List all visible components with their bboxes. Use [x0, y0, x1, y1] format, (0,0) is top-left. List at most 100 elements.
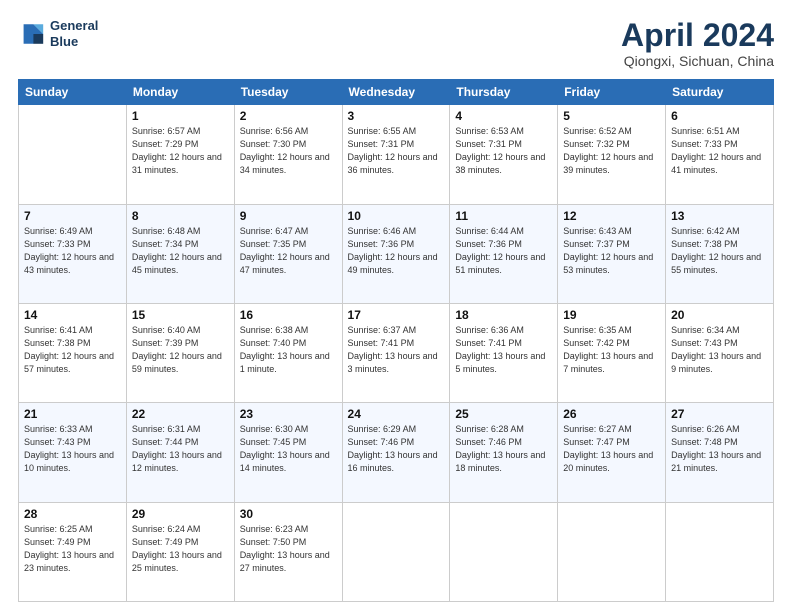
day-number: 14: [24, 308, 121, 322]
calendar-cell: 2 Sunrise: 6:56 AMSunset: 7:30 PMDaylight…: [234, 105, 342, 204]
col-header-thursday: Thursday: [450, 80, 558, 105]
day-info: Sunrise: 6:44 AMSunset: 7:36 PMDaylight:…: [455, 225, 552, 277]
day-number: 7: [24, 209, 121, 223]
calendar-cell: 9Sunrise: 6:47 AMSunset: 7:35 PMDaylight…: [234, 204, 342, 303]
day-info: Sunrise: 6:41 AMSunset: 7:38 PMDaylight:…: [24, 324, 121, 376]
calendar-cell: 11 Sunrise: 6:44 AMSunset: 7:36 PMDayligh…: [450, 204, 558, 303]
calendar-week-2: 14 Sunrise: 6:41 AMSunset: 7:38 PMDayligh…: [19, 303, 774, 402]
day-number: 22: [132, 407, 229, 421]
calendar-cell: 16 Sunrise: 6:38 AMSunset: 7:40 PMDayligh…: [234, 303, 342, 402]
day-number: 23: [240, 407, 337, 421]
day-number: 16: [240, 308, 337, 322]
day-info: Sunrise: 6:30 AMSunset: 7:45 PMDaylight:…: [240, 423, 337, 475]
calendar-cell: 6Sunrise: 6:51 AMSunset: 7:33 PMDaylight…: [666, 105, 774, 204]
location: Qiongxi, Sichuan, China: [621, 53, 774, 69]
calendar-cell: 7 Sunrise: 6:49 AMSunset: 7:33 PMDaylight…: [19, 204, 127, 303]
day-info: Sunrise: 6:25 AMSunset: 7:49 PMDaylight:…: [24, 523, 121, 575]
col-header-wednesday: Wednesday: [342, 80, 450, 105]
calendar-cell: 19Sunrise: 6:35 AMSunset: 7:42 PMDayligh…: [558, 303, 666, 402]
day-number: 25: [455, 407, 552, 421]
day-info: Sunrise: 6:40 AMSunset: 7:39 PMDaylight:…: [132, 324, 229, 376]
day-info: Sunrise: 6:31 AMSunset: 7:44 PMDaylight:…: [132, 423, 229, 475]
page: General Blue April 2024 Qiongxi, Sichuan…: [0, 0, 792, 612]
calendar-cell: 18 Sunrise: 6:36 AMSunset: 7:41 PMDayligh…: [450, 303, 558, 402]
calendar-cell: 15 Sunrise: 6:40 AMSunset: 7:39 PMDayligh…: [126, 303, 234, 402]
day-number: 10: [348, 209, 445, 223]
calendar-cell: 17Sunrise: 6:37 AMSunset: 7:41 PMDayligh…: [342, 303, 450, 402]
col-header-tuesday: Tuesday: [234, 80, 342, 105]
calendar-cell: 26Sunrise: 6:27 AMSunset: 7:47 PMDayligh…: [558, 403, 666, 502]
calendar-cell: 29 Sunrise: 6:24 AMSunset: 7:49 PMDayligh…: [126, 502, 234, 601]
calendar-cell: 14 Sunrise: 6:41 AMSunset: 7:38 PMDayligh…: [19, 303, 127, 402]
logo-text: General Blue: [50, 18, 98, 49]
calendar-cell: 20Sunrise: 6:34 AMSunset: 7:43 PMDayligh…: [666, 303, 774, 402]
day-info: Sunrise: 6:55 AMSunset: 7:31 PMDaylight:…: [348, 125, 445, 177]
calendar-cell: 12 Sunrise: 6:43 AMSunset: 7:37 PMDayligh…: [558, 204, 666, 303]
day-info: Sunrise: 6:57 AMSunset: 7:29 PMDaylight:…: [132, 125, 229, 177]
day-number: 20: [671, 308, 768, 322]
day-number: 12: [563, 209, 660, 223]
day-info: Sunrise: 6:38 AMSunset: 7:40 PMDaylight:…: [240, 324, 337, 376]
calendar-cell: 3 Sunrise: 6:55 AMSunset: 7:31 PMDaylight…: [342, 105, 450, 204]
calendar-cell: 27Sunrise: 6:26 AMSunset: 7:48 PMDayligh…: [666, 403, 774, 502]
calendar-week-0: 1Sunrise: 6:57 AMSunset: 7:29 PMDaylight…: [19, 105, 774, 204]
day-number: 15: [132, 308, 229, 322]
day-info: Sunrise: 6:43 AMSunset: 7:37 PMDaylight:…: [563, 225, 660, 277]
title-block: April 2024 Qiongxi, Sichuan, China: [621, 18, 774, 69]
day-info: Sunrise: 6:33 AMSunset: 7:43 PMDaylight:…: [24, 423, 121, 475]
calendar-cell: 13Sunrise: 6:42 AMSunset: 7:38 PMDayligh…: [666, 204, 774, 303]
calendar-cell: [342, 502, 450, 601]
day-number: 3: [348, 109, 445, 123]
day-number: 21: [24, 407, 121, 421]
calendar-cell: [666, 502, 774, 601]
day-number: 26: [563, 407, 660, 421]
day-info: Sunrise: 6:52 AMSunset: 7:32 PMDaylight:…: [563, 125, 660, 177]
day-info: Sunrise: 6:56 AMSunset: 7:30 PMDaylight:…: [240, 125, 337, 177]
day-number: 29: [132, 507, 229, 521]
calendar-cell: 5 Sunrise: 6:52 AMSunset: 7:32 PMDaylight…: [558, 105, 666, 204]
calendar-cell: [19, 105, 127, 204]
calendar-cell: 21 Sunrise: 6:33 AMSunset: 7:43 PMDayligh…: [19, 403, 127, 502]
col-header-friday: Friday: [558, 80, 666, 105]
calendar-cell: 22 Sunrise: 6:31 AMSunset: 7:44 PMDayligh…: [126, 403, 234, 502]
calendar-week-1: 7 Sunrise: 6:49 AMSunset: 7:33 PMDaylight…: [19, 204, 774, 303]
logo: General Blue: [18, 18, 98, 49]
day-number: 5: [563, 109, 660, 123]
calendar-cell: 30Sunrise: 6:23 AMSunset: 7:50 PMDayligh…: [234, 502, 342, 601]
day-info: Sunrise: 6:46 AMSunset: 7:36 PMDaylight:…: [348, 225, 445, 277]
day-info: Sunrise: 6:42 AMSunset: 7:38 PMDaylight:…: [671, 225, 768, 277]
day-info: Sunrise: 6:24 AMSunset: 7:49 PMDaylight:…: [132, 523, 229, 575]
day-info: Sunrise: 6:53 AMSunset: 7:31 PMDaylight:…: [455, 125, 552, 177]
calendar-cell: 4Sunrise: 6:53 AMSunset: 7:31 PMDaylight…: [450, 105, 558, 204]
logo-icon: [18, 20, 46, 48]
day-info: Sunrise: 6:37 AMSunset: 7:41 PMDaylight:…: [348, 324, 445, 376]
day-info: Sunrise: 6:35 AMSunset: 7:42 PMDaylight:…: [563, 324, 660, 376]
day-info: Sunrise: 6:49 AMSunset: 7:33 PMDaylight:…: [24, 225, 121, 277]
day-number: 24: [348, 407, 445, 421]
calendar-week-4: 28 Sunrise: 6:25 AMSunset: 7:49 PMDayligh…: [19, 502, 774, 601]
day-number: 6: [671, 109, 768, 123]
day-number: 8: [132, 209, 229, 223]
day-number: 2: [240, 109, 337, 123]
col-header-monday: Monday: [126, 80, 234, 105]
day-info: Sunrise: 6:28 AMSunset: 7:46 PMDaylight:…: [455, 423, 552, 475]
day-number: 28: [24, 507, 121, 521]
calendar-week-3: 21 Sunrise: 6:33 AMSunset: 7:43 PMDayligh…: [19, 403, 774, 502]
day-info: Sunrise: 6:23 AMSunset: 7:50 PMDaylight:…: [240, 523, 337, 575]
calendar-cell: [558, 502, 666, 601]
col-header-saturday: Saturday: [666, 80, 774, 105]
day-number: 27: [671, 407, 768, 421]
calendar-table: SundayMondayTuesdayWednesdayThursdayFrid…: [18, 79, 774, 602]
calendar-cell: 8Sunrise: 6:48 AMSunset: 7:34 PMDaylight…: [126, 204, 234, 303]
day-info: Sunrise: 6:47 AMSunset: 7:35 PMDaylight:…: [240, 225, 337, 277]
day-info: Sunrise: 6:36 AMSunset: 7:41 PMDaylight:…: [455, 324, 552, 376]
calendar-cell: 28 Sunrise: 6:25 AMSunset: 7:49 PMDayligh…: [19, 502, 127, 601]
calendar-cell: 23 Sunrise: 6:30 AMSunset: 7:45 PMDayligh…: [234, 403, 342, 502]
col-header-sunday: Sunday: [19, 80, 127, 105]
day-info: Sunrise: 6:29 AMSunset: 7:46 PMDaylight:…: [348, 423, 445, 475]
day-number: 11: [455, 209, 552, 223]
day-number: 18: [455, 308, 552, 322]
calendar-cell: 24 Sunrise: 6:29 AMSunset: 7:46 PMDayligh…: [342, 403, 450, 502]
calendar-cell: 1Sunrise: 6:57 AMSunset: 7:29 PMDaylight…: [126, 105, 234, 204]
calendar-header-row: SundayMondayTuesdayWednesdayThursdayFrid…: [19, 80, 774, 105]
